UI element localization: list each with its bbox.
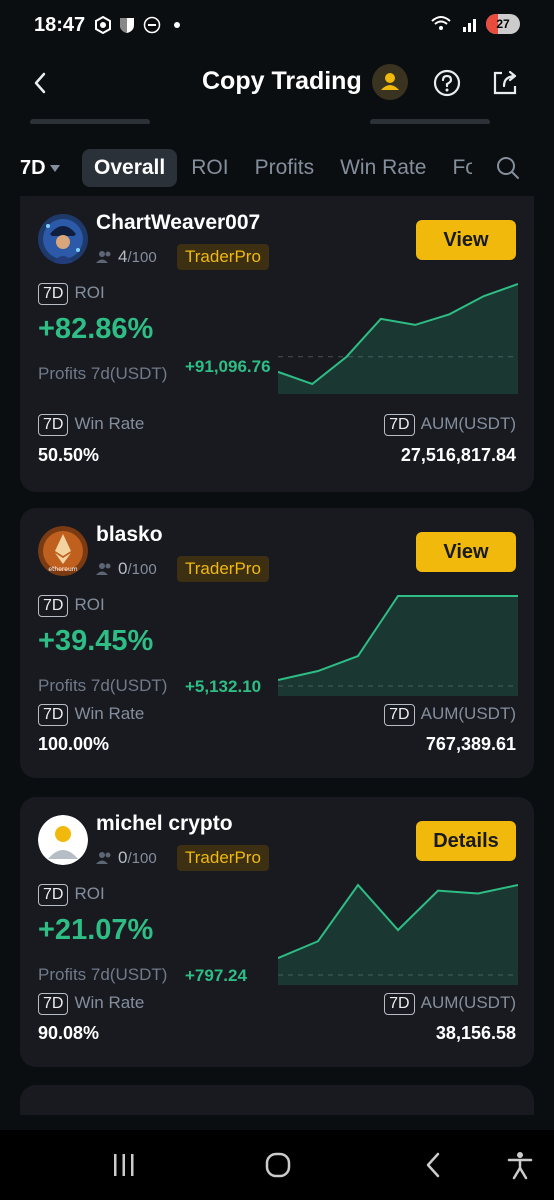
roi-label: 7D ROI: [38, 884, 105, 906]
sparkline-area-0: [278, 284, 518, 394]
wifi-icon: [431, 16, 451, 30]
roi-label: 7D ROI: [38, 283, 105, 305]
recent-apps-button[interactable]: [108, 1150, 140, 1180]
win-rate-value: 50.50%: [38, 445, 100, 465]
aum-label: 7D AUM(USDT): [384, 414, 516, 436]
trader-badge: TraderPro: [177, 244, 269, 270]
tab-roi[interactable]: ROI: [179, 149, 240, 187]
accessibility-icon: [507, 1152, 533, 1180]
followers-icon: [96, 852, 111, 864]
accessibility-button[interactable]: [504, 1150, 536, 1180]
recent-apps-icon: [114, 1154, 134, 1176]
roi-value: +39.45%: [38, 625, 154, 657]
tab-overall[interactable]: Overall: [82, 149, 178, 187]
roi-sparkline: [278, 595, 518, 696]
home-icon: [265, 1152, 291, 1178]
avatar: [38, 815, 88, 865]
period-pill: 7D: [38, 283, 69, 305]
aum-value: 27,516,817.84: [400, 445, 516, 465]
search-button[interactable]: [494, 154, 522, 182]
roi-label: 7D ROI: [38, 595, 105, 617]
notification-icon: [94, 15, 112, 35]
win-rate-label: 7D Win Rate: [38, 414, 144, 436]
filter-bar: 7D Overall ROI Profits Win Rate Fo: [0, 140, 554, 196]
avatar: [38, 214, 88, 264]
followers-max: /100: [127, 561, 157, 578]
status-time: 18:47: [34, 14, 86, 36]
aum-value: 38,156.58: [435, 1023, 516, 1043]
win-rate-value: 90.08%: [38, 1023, 100, 1043]
sort-tabs: Overall ROI Profits Win Rate Fo: [82, 148, 472, 188]
trader-card-partial[interactable]: [20, 1085, 534, 1115]
svg-text:ethereum: ethereum: [48, 566, 77, 573]
back-arrow-icon: [426, 1152, 440, 1178]
trader-badge: TraderPro: [177, 556, 269, 582]
aum-value: 767,389.61: [425, 734, 516, 754]
system-back-button[interactable]: [418, 1150, 450, 1180]
share-button[interactable]: [490, 68, 520, 98]
aum-label: 7D AUM(USDT): [384, 704, 516, 726]
win-rate-label: 7D Win Rate: [38, 993, 144, 1015]
chevron-left-icon: [34, 72, 46, 94]
trader-card[interactable]: ChartWeaver007 4/100 TraderPro View 7D RO…: [20, 196, 534, 492]
system-nav-bar: [0, 1130, 554, 1200]
view-button[interactable]: View: [416, 532, 516, 572]
profits-label: Profits 7d(USDT): [38, 965, 168, 984]
battery-indicator: 27: [486, 14, 520, 34]
details-button[interactable]: Details: [416, 821, 516, 861]
followers-max: /100: [127, 249, 157, 266]
status-right: 27: [430, 14, 520, 34]
caret-down-icon: [49, 165, 60, 173]
trader-card[interactable]: michel crypto 0/100 TraderPro Details 7D…: [20, 797, 534, 1067]
avatar: ethereum: [38, 526, 88, 576]
sparkline-area-0: [278, 885, 518, 985]
sparkline-area-0: [278, 596, 518, 696]
follower-count: 4/100: [96, 247, 157, 267]
app-icon: [143, 16, 161, 34]
roi-value: +21.07%: [38, 914, 154, 946]
trader-name: blasko: [96, 523, 163, 546]
trader-badge: TraderPro: [177, 845, 269, 871]
win-rate-value: 100.00%: [38, 734, 110, 754]
roi-value: +82.86%: [38, 313, 154, 345]
tab-followers[interactable]: Fo: [440, 149, 472, 187]
signal-icon: [463, 19, 476, 32]
help-button[interactable]: [432, 68, 462, 98]
scrolled-content-strip: [30, 114, 530, 124]
shield-icon: [118, 16, 136, 34]
follower-count: 0/100: [96, 848, 157, 868]
trader-card[interactable]: ethereum blasko 0/100 TraderPro View 7D R…: [20, 508, 534, 778]
profits-value: +91,096.76: [185, 357, 271, 376]
follower-count: 0/100: [96, 559, 157, 579]
roi-sparkline: [278, 283, 518, 394]
profile-button[interactable]: [372, 64, 408, 100]
tab-win-rate[interactable]: Win Rate: [328, 149, 438, 187]
status-bar: 18:47 27: [0, 0, 554, 52]
back-button[interactable]: [28, 68, 54, 98]
question-icon: [433, 69, 461, 97]
page-header: Copy Trading: [0, 52, 554, 120]
aum-label: 7D AUM(USDT): [384, 993, 516, 1015]
dot-icon: [168, 16, 186, 34]
search-icon: [497, 157, 519, 179]
trader-name: michel crypto: [96, 812, 233, 835]
page-title: Copy Trading: [202, 67, 362, 95]
share-icon: [493, 70, 517, 95]
profits-label: Profits 7d(USDT): [38, 364, 168, 383]
followers-max: /100: [127, 850, 157, 867]
period-dropdown[interactable]: 7D: [20, 157, 60, 180]
home-button[interactable]: [262, 1150, 294, 1180]
tab-profits[interactable]: Profits: [243, 149, 327, 187]
profits-label: Profits 7d(USDT): [38, 676, 168, 695]
followers-icon: [96, 251, 111, 263]
trader-name: ChartWeaver007: [96, 211, 261, 234]
followers-icon: [96, 563, 111, 575]
user-icon: [381, 73, 399, 90]
win-rate-label: 7D Win Rate: [38, 704, 144, 726]
view-button[interactable]: View: [416, 220, 516, 260]
roi-sparkline: [278, 883, 518, 985]
